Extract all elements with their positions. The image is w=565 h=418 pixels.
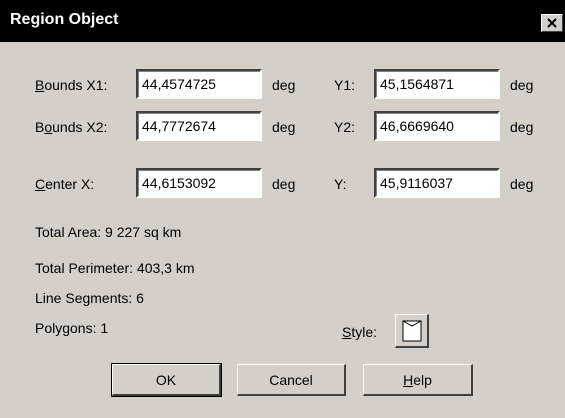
bounds-x2-unit: deg bbox=[272, 119, 296, 135]
bounds-x1-field[interactable] bbox=[136, 69, 262, 99]
ok-button[interactable]: OK bbox=[111, 363, 222, 397]
style-label: Style: bbox=[342, 324, 378, 340]
close-button[interactable] bbox=[541, 14, 563, 32]
region-style-icon bbox=[402, 320, 422, 342]
bounds-y2-field[interactable] bbox=[374, 111, 500, 141]
cancel-button[interactable]: Cancel bbox=[237, 364, 346, 396]
bounds-x2-label: Bounds X2: bbox=[35, 119, 108, 135]
center-x-unit: deg bbox=[272, 176, 296, 192]
style-button[interactable] bbox=[395, 314, 429, 348]
bounds-x2-field[interactable] bbox=[136, 111, 262, 141]
help-button[interactable]: Help bbox=[363, 364, 473, 396]
center-y-unit: deg bbox=[510, 176, 534, 192]
window-title: Region Object bbox=[10, 11, 119, 28]
total-area-text: Total Area: 9 227 sq km bbox=[35, 224, 182, 240]
close-icon bbox=[547, 18, 557, 28]
bounds-y1-unit: deg bbox=[510, 77, 534, 93]
title-bar: Region Object bbox=[0, 0, 565, 42]
bounds-y1-field[interactable] bbox=[374, 69, 500, 99]
line-segments-text: Line Segments: 6 bbox=[35, 290, 144, 306]
center-y-label: Y: bbox=[334, 176, 347, 192]
bounds-y2-label: Y2: bbox=[334, 119, 356, 135]
center-x-field[interactable] bbox=[136, 168, 262, 198]
center-y-field[interactable] bbox=[374, 168, 500, 198]
bounds-x1-unit: deg bbox=[272, 77, 296, 93]
bounds-y1-label: Y1: bbox=[334, 77, 356, 93]
total-perimeter-text: Total Perimeter: 403,3 km bbox=[35, 260, 195, 276]
center-x-label: Center X: bbox=[35, 176, 95, 192]
bounds-x1-label: Bounds X1: bbox=[35, 77, 108, 93]
bounds-y2-unit: deg bbox=[510, 119, 534, 135]
polygons-text: Polygons: 1 bbox=[35, 320, 109, 336]
